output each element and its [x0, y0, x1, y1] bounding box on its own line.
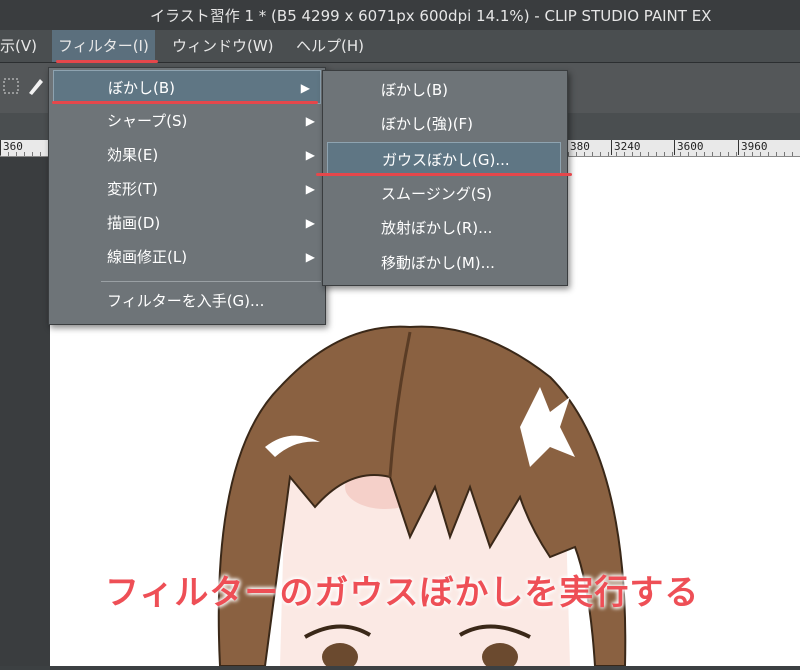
menu-item-effect[interactable]: 効果(E) ▶	[49, 138, 325, 172]
menu-item-label: 線画修正(L)	[107, 248, 188, 266]
submenu-item-smoothing[interactable]: スムージング(S)	[323, 177, 567, 211]
instruction-caption: フィルターのガウスぼかしを実行する	[105, 573, 700, 613]
menu-item-sharpen[interactable]: シャープ(S) ▶	[49, 104, 325, 138]
menu-item-label: ぼかし(B)	[108, 79, 175, 97]
submenu-arrow-icon: ▶	[305, 114, 315, 128]
submenu-item-gaussian-blur[interactable]: ガウスぼかし(G)...	[327, 142, 561, 176]
ruler-tick: 380	[567, 140, 590, 155]
menu-item-get-filters[interactable]: フィルターを入手(G)...	[49, 284, 325, 318]
window-title: イラスト習作 1 * (B5 4299 x 6071px 600dpi 14.1…	[150, 7, 712, 25]
selection-icon[interactable]	[2, 73, 22, 97]
annotation-underline-gaussian	[316, 173, 572, 176]
submenu-arrow-icon: ▶	[305, 148, 315, 162]
title-bar: イラスト習作 1 * (B5 4299 x 6071px 600dpi 14.1…	[0, 0, 800, 30]
menu-item-transform[interactable]: 変形(T) ▶	[49, 172, 325, 206]
menu-view[interactable]: 示(V)	[0, 30, 43, 62]
submenu-arrow-icon: ▶	[305, 182, 315, 196]
submenu-item-label: ぼかし(B)	[381, 81, 448, 99]
menu-item-label: 効果(E)	[107, 146, 159, 164]
submenu-item-label: 移動ぼかし(M)...	[381, 254, 495, 272]
submenu-arrow-icon: ▶	[305, 250, 315, 264]
menu-item-label: シャープ(S)	[107, 112, 188, 130]
menu-item-label: 描画(D)	[107, 214, 161, 232]
menu-item-line-correction[interactable]: 線画修正(L) ▶	[49, 240, 325, 274]
ruler-tick: 3600	[674, 140, 704, 155]
menu-item-blur[interactable]: ぼかし(B) ▶	[53, 70, 321, 104]
menu-separator	[101, 281, 321, 282]
ruler-tick: 3960	[738, 140, 768, 155]
submenu-arrow-icon: ▶	[300, 81, 310, 95]
blur-submenu: ぼかし(B) ぼかし(強)(F) ガウスぼかし(G)... スムージング(S) …	[322, 70, 568, 286]
submenu-item-blur[interactable]: ぼかし(B)	[323, 73, 567, 107]
submenu-item-radial-blur[interactable]: 放射ぼかし(R)...	[323, 211, 567, 245]
submenu-item-motion-blur[interactable]: 移動ぼかし(M)...	[323, 246, 567, 280]
menu-filter[interactable]: フィルター(I)	[52, 30, 155, 62]
pen-icon[interactable]	[26, 73, 46, 97]
menu-item-label: 変形(T)	[107, 180, 158, 198]
menu-item-render[interactable]: 描画(D) ▶	[49, 206, 325, 240]
submenu-item-label: スムージング(S)	[381, 185, 492, 203]
menu-item-label: フィルターを入手(G)...	[107, 292, 265, 310]
ruler-tick: 3240	[611, 140, 641, 155]
menu-help[interactable]: ヘルプ(H)	[290, 30, 370, 62]
submenu-item-strong-blur[interactable]: ぼかし(強)(F)	[323, 107, 567, 141]
submenu-arrow-icon: ▶	[305, 216, 315, 230]
submenu-item-label: ぼかし(強)(F)	[381, 115, 474, 133]
submenu-item-label: ガウスぼかし(G)...	[382, 151, 510, 169]
submenu-item-label: 放射ぼかし(R)...	[381, 219, 493, 237]
filter-dropdown-menu: ぼかし(B) ▶ シャープ(S) ▶ 効果(E) ▶ 変形(T) ▶ 描画(D)…	[48, 67, 326, 325]
menu-window[interactable]: ウィンドウ(W)	[166, 30, 280, 62]
menu-bar: 示(V) フィルター(I) ウィンドウ(W) ヘルプ(H)	[0, 30, 800, 63]
ruler-tick: 360	[0, 140, 23, 155]
annotation-underline-blur	[52, 101, 318, 104]
